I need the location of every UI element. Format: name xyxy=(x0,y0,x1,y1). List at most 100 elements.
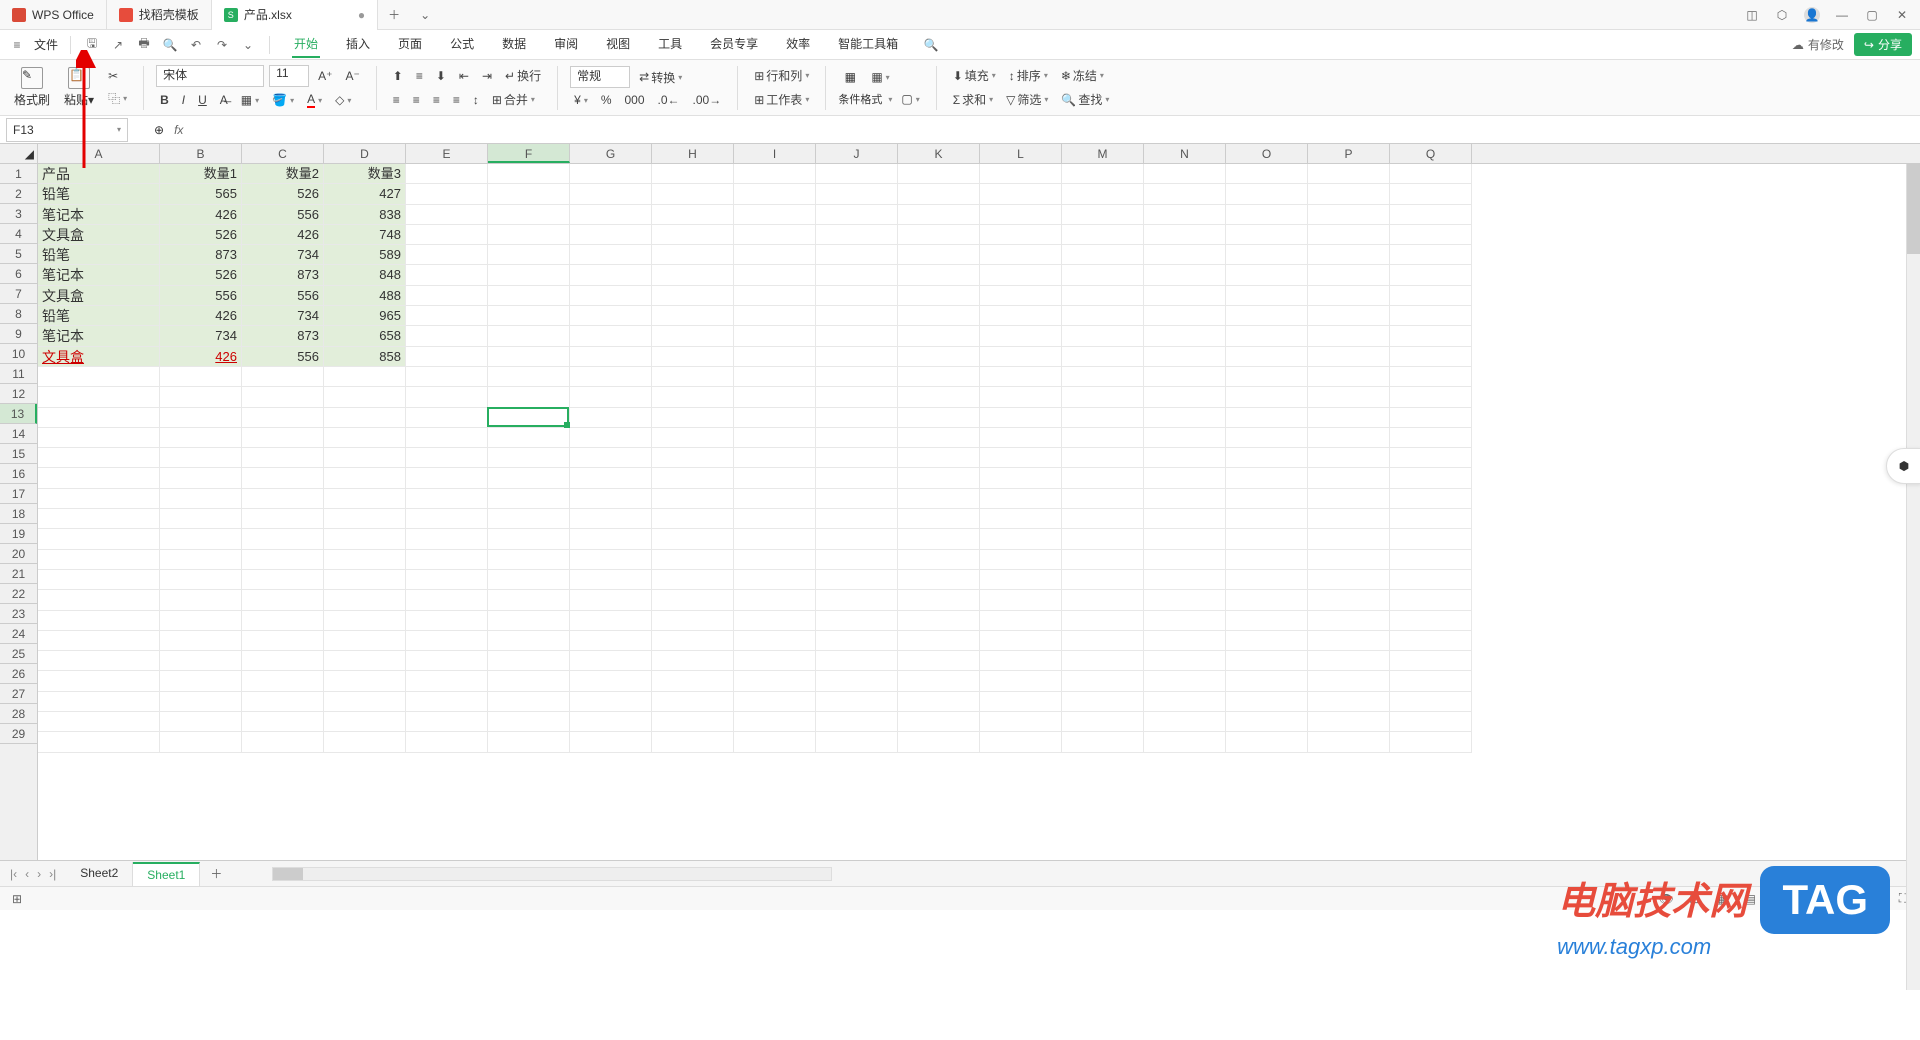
row-header-24[interactable]: 24 xyxy=(0,624,37,644)
cell-J16[interactable] xyxy=(816,468,898,488)
cell-F5[interactable] xyxy=(488,245,570,265)
cells-area[interactable]: 产品数量1数量2数量3铅笔565526427笔记本426556838文具盒526… xyxy=(38,164,1920,860)
cell-F29[interactable] xyxy=(488,732,570,752)
cell-A22[interactable] xyxy=(38,590,160,610)
cell-O24[interactable] xyxy=(1226,631,1308,651)
cell-F15[interactable] xyxy=(488,448,570,468)
cell-D3[interactable]: 838 xyxy=(324,205,406,225)
cell-K19[interactable] xyxy=(898,529,980,549)
row-header-29[interactable]: 29 xyxy=(0,724,37,744)
cell-L28[interactable] xyxy=(980,712,1062,732)
row-header-20[interactable]: 20 xyxy=(0,544,37,564)
cell-I27[interactable] xyxy=(734,692,816,712)
cell-I13[interactable] xyxy=(734,408,816,428)
cell-K12[interactable] xyxy=(898,387,980,407)
cell-B11[interactable] xyxy=(160,367,242,387)
cell-K14[interactable] xyxy=(898,428,980,448)
cell-D16[interactable] xyxy=(324,468,406,488)
cell-E17[interactable] xyxy=(406,489,488,509)
cell-L19[interactable] xyxy=(980,529,1062,549)
row-header-16[interactable]: 16 xyxy=(0,464,37,484)
cell-K5[interactable] xyxy=(898,245,980,265)
cell-P22[interactable] xyxy=(1308,590,1390,610)
cell-I9[interactable] xyxy=(734,326,816,346)
cell-A9[interactable]: 笔记本 xyxy=(38,326,160,346)
cell-K7[interactable] xyxy=(898,286,980,306)
filter-button[interactable]: ▽筛选▾ xyxy=(1002,89,1052,110)
cell-I26[interactable] xyxy=(734,671,816,691)
cell-K28[interactable] xyxy=(898,712,980,732)
cell-K20[interactable] xyxy=(898,550,980,570)
cell-C13[interactable] xyxy=(242,408,324,428)
cell-E2[interactable] xyxy=(406,184,488,204)
cell-C17[interactable] xyxy=(242,489,324,509)
cell-G14[interactable] xyxy=(570,428,652,448)
cell-C24[interactable] xyxy=(242,631,324,651)
cell-H20[interactable] xyxy=(652,550,734,570)
cell-F17[interactable] xyxy=(488,489,570,509)
cell-O6[interactable] xyxy=(1226,265,1308,285)
cell-L16[interactable] xyxy=(980,468,1062,488)
cell-L17[interactable] xyxy=(980,489,1062,509)
cell-E10[interactable] xyxy=(406,347,488,367)
cell-J27[interactable] xyxy=(816,692,898,712)
cell-G28[interactable] xyxy=(570,712,652,732)
cell-G23[interactable] xyxy=(570,611,652,631)
cell-E1[interactable] xyxy=(406,164,488,184)
status-menu-icon[interactable]: ⊞ xyxy=(8,890,26,908)
cell-O2[interactable] xyxy=(1226,184,1308,204)
cell-J22[interactable] xyxy=(816,590,898,610)
cell-B16[interactable] xyxy=(160,468,242,488)
cell-L3[interactable] xyxy=(980,205,1062,225)
align-right-button[interactable]: ≡ xyxy=(429,91,444,109)
comma-button[interactable]: 000 xyxy=(621,91,649,109)
cell-G27[interactable] xyxy=(570,692,652,712)
cell-F25[interactable] xyxy=(488,651,570,671)
cell-K29[interactable] xyxy=(898,732,980,752)
cell-H7[interactable] xyxy=(652,286,734,306)
cell-D7[interactable]: 488 xyxy=(324,286,406,306)
cell-I19[interactable] xyxy=(734,529,816,549)
cell-Q29[interactable] xyxy=(1390,732,1472,752)
cell-L4[interactable] xyxy=(980,225,1062,245)
cell-F8[interactable] xyxy=(488,306,570,326)
cell-H25[interactable] xyxy=(652,651,734,671)
cell-H26[interactable] xyxy=(652,671,734,691)
cell-D18[interactable] xyxy=(324,509,406,529)
cell-Q26[interactable] xyxy=(1390,671,1472,691)
cell-M19[interactable] xyxy=(1062,529,1144,549)
col-header-P[interactable]: P xyxy=(1308,144,1390,163)
wrap-text-button[interactable]: ↵换行 xyxy=(501,65,545,86)
cell-I18[interactable] xyxy=(734,509,816,529)
col-header-O[interactable]: O xyxy=(1226,144,1308,163)
col-header-Q[interactable]: Q xyxy=(1390,144,1472,163)
cell-J21[interactable] xyxy=(816,570,898,590)
cell-B9[interactable]: 734 xyxy=(160,326,242,346)
bold-button[interactable]: B xyxy=(156,91,173,109)
col-header-N[interactable]: N xyxy=(1144,144,1226,163)
add-sheet-button[interactable]: ＋ xyxy=(200,865,232,882)
save-icon[interactable]: 🖫 xyxy=(83,36,101,54)
cell-E8[interactable] xyxy=(406,306,488,326)
cell-C21[interactable] xyxy=(242,570,324,590)
cell-F18[interactable] xyxy=(488,509,570,529)
cell-I11[interactable] xyxy=(734,367,816,387)
row-header-26[interactable]: 26 xyxy=(0,664,37,684)
menu-toggle-icon[interactable]: ≡ xyxy=(8,36,26,54)
row-header-13[interactable]: 13 xyxy=(0,404,37,424)
share-button[interactable]: ↪ 分享 xyxy=(1854,33,1912,56)
cell-M24[interactable] xyxy=(1062,631,1144,651)
cell-L11[interactable] xyxy=(980,367,1062,387)
cell-C10[interactable]: 556 xyxy=(242,347,324,367)
cell-O4[interactable] xyxy=(1226,225,1308,245)
new-tab-button[interactable]: ＋ xyxy=(378,6,410,23)
cell-D1[interactable]: 数量3 xyxy=(324,164,406,184)
cell-L20[interactable] xyxy=(980,550,1062,570)
cell-Q28[interactable] xyxy=(1390,712,1472,732)
cell-I15[interactable] xyxy=(734,448,816,468)
cell-C8[interactable]: 734 xyxy=(242,306,324,326)
panel-icon[interactable]: ◫ xyxy=(1744,7,1760,23)
cell-B19[interactable] xyxy=(160,529,242,549)
cell-H15[interactable] xyxy=(652,448,734,468)
cell-I5[interactable] xyxy=(734,245,816,265)
